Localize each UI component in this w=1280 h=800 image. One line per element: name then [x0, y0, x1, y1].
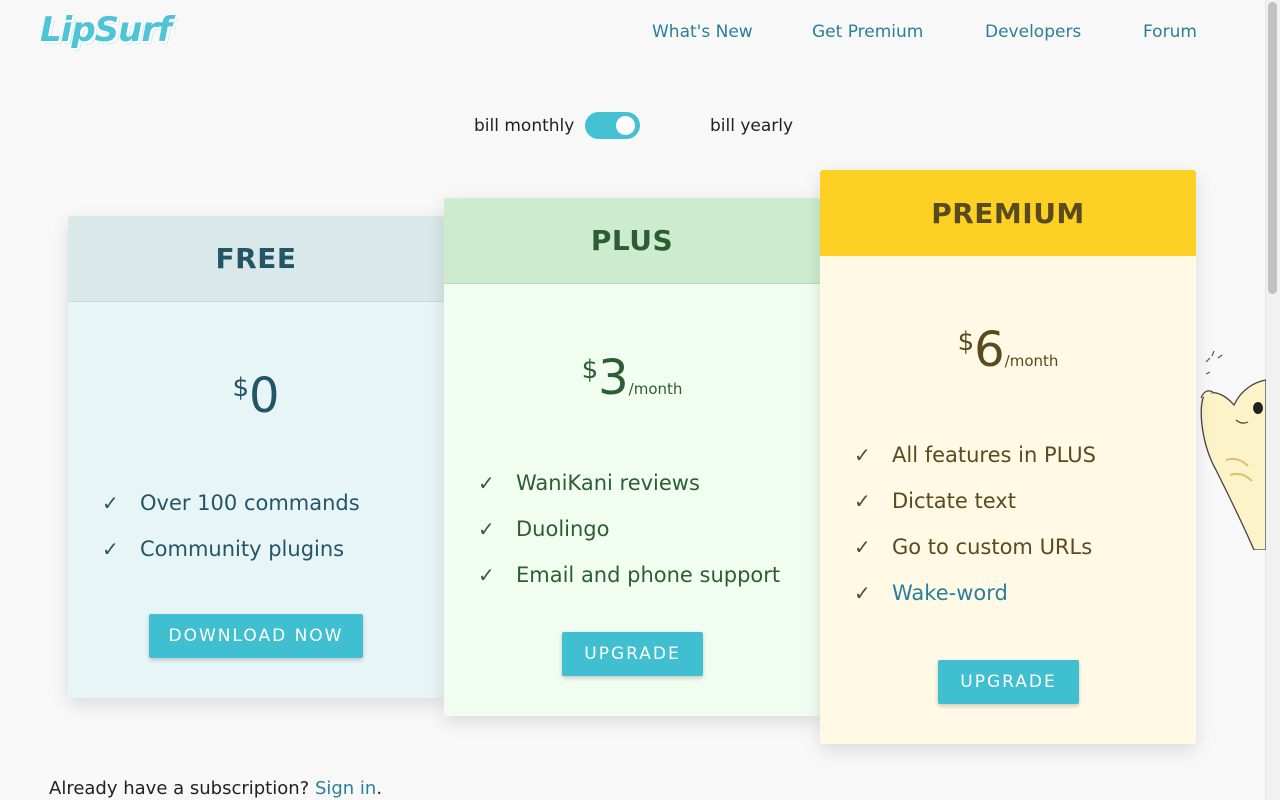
cat-mascot-icon [1200, 350, 1266, 550]
bill-monthly-label[interactable]: bill monthly [474, 116, 574, 136]
nav-whats-new[interactable]: What's New [652, 22, 753, 42]
price-period: /month [628, 380, 683, 398]
feature-item: ✓ Community plugins [102, 526, 360, 572]
check-icon: ✓ [478, 517, 495, 541]
feature-list: ✓ Over 100 commands ✓ Community plugins [102, 480, 360, 572]
check-icon: ✓ [478, 471, 495, 495]
footer-trailing: . [376, 778, 383, 799]
check-icon: ✓ [854, 535, 871, 559]
price-currency: $ [232, 373, 249, 403]
nav-developers[interactable]: Developers [985, 22, 1081, 42]
plan-name: FREE [68, 216, 444, 302]
feature-label: Dictate text [892, 489, 1016, 513]
feature-label: Email and phone support [516, 563, 781, 587]
feature-item: ✓ Go to custom URLs [854, 524, 1096, 570]
feature-list: ✓ WaniKani reviews ✓ Duolingo ✓ Email and p… [478, 460, 780, 598]
check-icon: ✓ [102, 537, 119, 561]
price-currency: $ [581, 355, 599, 385]
upgrade-premium-button[interactable]: UPGRADE [938, 660, 1079, 704]
feature-label: All features in PLUS [892, 443, 1096, 467]
check-icon: ✓ [854, 489, 871, 513]
top-nav: What's New Get Premium Developers Forum [0, 22, 1280, 46]
footer-text: Already have a subscription? [49, 778, 310, 799]
plan-price: $0 [68, 368, 444, 424]
price-period: /month [1004, 352, 1059, 370]
check-icon: ✓ [478, 563, 495, 587]
billing-toggle-row: bill monthly bill yearly [0, 112, 1280, 142]
price-amount: 3 [598, 350, 629, 406]
feature-item: ✓ Duolingo [478, 506, 780, 552]
feature-item: ✓ Over 100 commands [102, 480, 360, 526]
feature-item: ✓ Dictate text [854, 478, 1096, 524]
plan-card-free: FREE $0 ✓ Over 100 commands ✓ Community pl… [68, 216, 444, 698]
nav-get-premium[interactable]: Get Premium [812, 22, 923, 42]
sign-in-link[interactable]: Sign in [315, 778, 376, 799]
check-icon: ✓ [102, 491, 119, 515]
check-icon: ✓ [854, 443, 871, 467]
check-icon: ✓ [854, 581, 871, 605]
feature-item-wake-word[interactable]: ✓ Wake-word [854, 570, 1096, 616]
feature-label: Go to custom URLs [892, 535, 1093, 559]
plan-name: PLUS [444, 198, 820, 284]
toggle-knob [616, 116, 635, 135]
nav-forum[interactable]: Forum [1143, 22, 1197, 42]
feature-item: ✓ All features in PLUS [854, 432, 1096, 478]
feature-item: ✓ Email and phone support [478, 552, 780, 598]
price-currency: $ [957, 327, 975, 357]
upgrade-plus-button[interactable]: UPGRADE [562, 632, 703, 676]
plan-card-plus: PLUS $3/month ✓ WaniKani reviews ✓ Duoling… [444, 198, 820, 716]
feature-label: Over 100 commands [140, 491, 360, 515]
price-amount: 6 [974, 322, 1005, 378]
bill-yearly-label[interactable]: bill yearly [710, 116, 793, 136]
plan-price: $3/month [444, 350, 820, 406]
plan-name: PREMIUM [820, 170, 1196, 256]
feature-label: Duolingo [516, 517, 610, 541]
feature-label: Community plugins [140, 537, 345, 561]
plan-card-premium: PREMIUM $6/month ✓ All features in PLUS ✓… [820, 170, 1196, 744]
plan-price: $6/month [820, 322, 1196, 378]
wake-word-link[interactable]: Wake-word [892, 581, 1008, 605]
billing-toggle-switch[interactable] [585, 112, 640, 139]
feature-list: ✓ All features in PLUS ✓ Dictate text ✓ Go … [854, 432, 1096, 616]
feature-label: WaniKani reviews [516, 471, 700, 495]
subscription-note: Already have a subscription? Sign in. [49, 778, 382, 799]
download-now-button[interactable]: DOWNLOAD NOW [149, 614, 363, 658]
feature-item: ✓ WaniKani reviews [478, 460, 780, 506]
price-amount: 0 [249, 368, 280, 424]
